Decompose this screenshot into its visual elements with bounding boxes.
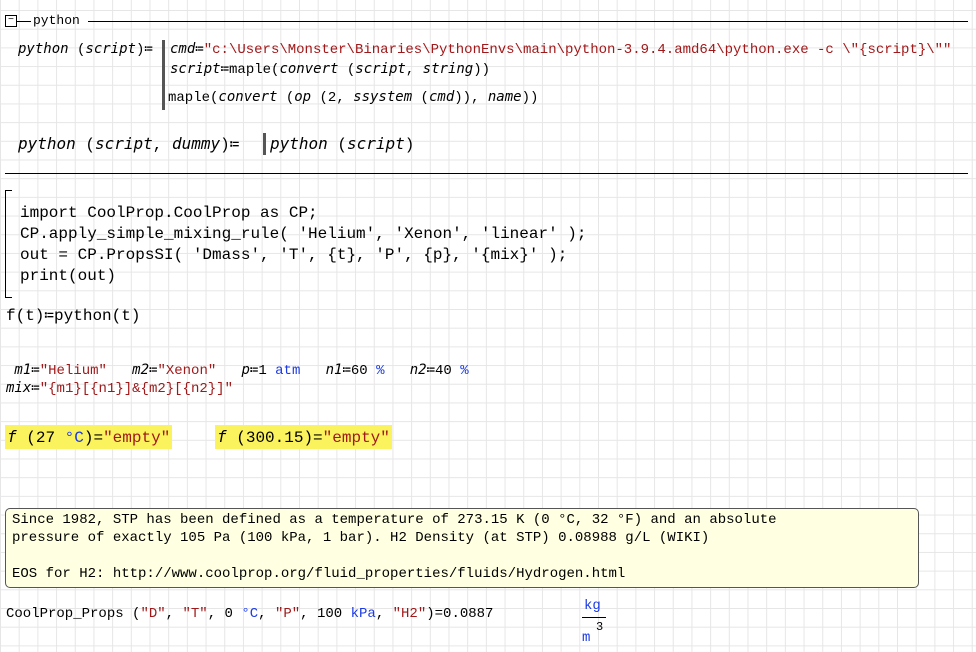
mix-value: "{m1}[{n1}]&{m2}[{n2}]": [40, 381, 233, 397]
type-arg: string: [423, 61, 474, 77]
p-unit: atm: [275, 363, 300, 379]
result-value: 0.0887: [443, 606, 493, 622]
arg: "H2": [393, 606, 427, 622]
block-bar: [162, 40, 165, 110]
result-value: "empty": [323, 429, 390, 447]
mix-definition: mix≔"{m1}[{n1}]&{m2}[{n2}]": [6, 380, 233, 397]
code-line: CP.apply_simple_mixing_rule( 'Helium', '…: [20, 225, 587, 243]
p-var: p: [241, 362, 249, 378]
maple-fn: maple: [168, 90, 210, 106]
code-line: print(out): [20, 267, 116, 285]
note-line: pressure of exactly 105 Pa (100 kPa, 1 b…: [12, 530, 709, 546]
arg: script: [347, 134, 405, 153]
script-arg: script: [355, 61, 406, 77]
convert-fn: convert: [279, 61, 338, 77]
n2-value: 40: [435, 363, 452, 379]
arg: 0: [225, 606, 233, 622]
ssystem-fn: ssystem: [353, 89, 412, 105]
variables-row: m1≔"Helium" m2≔"Xenon" p≔1 atm n1≔60 % n…: [6, 346, 469, 379]
maple-fn: maple: [229, 62, 271, 78]
arg: script: [85, 41, 136, 57]
fn-name: python: [18, 41, 69, 57]
mix-var: mix: [6, 380, 31, 396]
region-line-left: [17, 21, 31, 22]
note-line: Since 1982, STP has been defined as a te…: [12, 512, 777, 528]
f-name: f: [7, 427, 17, 446]
fraction-line: [582, 617, 606, 618]
arg: "D": [140, 606, 165, 622]
fn-name: python: [18, 134, 76, 153]
assign: ≔: [144, 42, 152, 58]
python-call: python (script): [270, 134, 414, 154]
arg: "T": [182, 606, 207, 622]
coolprop-eval: CoolProp_Props ("D", "T", 0 °C, "P", 100…: [6, 606, 493, 622]
n1-var: n1: [326, 362, 343, 378]
note-line: EOS for H2: http://www.coolprop.org/flui…: [12, 566, 625, 582]
cmd-string: "c:\Users\Monster\Binaries\PythonEnvs\ma…: [204, 42, 952, 58]
cmd-var: cmd: [170, 41, 195, 57]
f-name: f: [217, 427, 227, 446]
arg: dummy: [172, 134, 220, 153]
fn-name: python: [270, 134, 328, 153]
f-definition: f(t)≔python(t): [6, 305, 140, 325]
region-title: python: [33, 13, 80, 28]
n2-var: n2: [410, 362, 427, 378]
op-index: 2: [328, 90, 336, 106]
arg: 27: [36, 429, 55, 447]
m1-var: m1: [14, 362, 31, 378]
m1-value: "Helium": [40, 363, 107, 379]
fn-name: CoolProp_Props: [6, 606, 124, 622]
script-var: script: [170, 61, 221, 77]
arg: 100: [317, 606, 342, 622]
m2-var: m2: [132, 362, 149, 378]
name-arg: name: [488, 89, 522, 105]
result-2: f (300.15)="empty": [215, 425, 392, 449]
arg: 300.15: [246, 429, 304, 447]
op-fn: op: [294, 89, 311, 105]
m2-value: "Xenon": [157, 363, 216, 379]
region-end-line: [5, 173, 968, 174]
unit-exponent: 3: [596, 620, 603, 634]
note-box[interactable]: Since 1982, STP has been defined as a te…: [5, 508, 919, 588]
region-line: [88, 21, 968, 22]
region-collapse-button[interactable]: −: [5, 15, 17, 27]
bracket-top: [6, 190, 12, 191]
unit-numerator: kg: [584, 598, 601, 614]
convert-fn: convert: [218, 89, 277, 105]
cmd-arg: cmd: [429, 89, 454, 105]
arg: "P": [275, 606, 300, 622]
bracket-bottom: [6, 297, 12, 298]
unit: °C: [241, 606, 258, 622]
python-overload: python (script, dummy)≔: [18, 134, 239, 154]
arg: script: [95, 134, 153, 153]
code-block[interactable]: import CoolProp.CoolProp as CP; CP.apply…: [5, 190, 606, 298]
unit-denominator: m: [582, 630, 590, 646]
code-line: import CoolProp.CoolProp as CP;: [20, 204, 318, 222]
n2-unit: %: [460, 363, 468, 379]
p-value: 1: [258, 363, 266, 379]
result-1: f (27 °C)="empty": [5, 425, 172, 449]
result-value: "empty": [103, 429, 170, 447]
block-bar: [263, 133, 266, 155]
unit: °C: [65, 429, 84, 447]
n1-unit: %: [376, 363, 384, 379]
unit: kPa: [351, 606, 376, 622]
n1-value: 60: [351, 363, 368, 379]
code-line: out = CP.PropsSI( 'Dmass', 'T', {t}, 'P'…: [20, 246, 567, 264]
